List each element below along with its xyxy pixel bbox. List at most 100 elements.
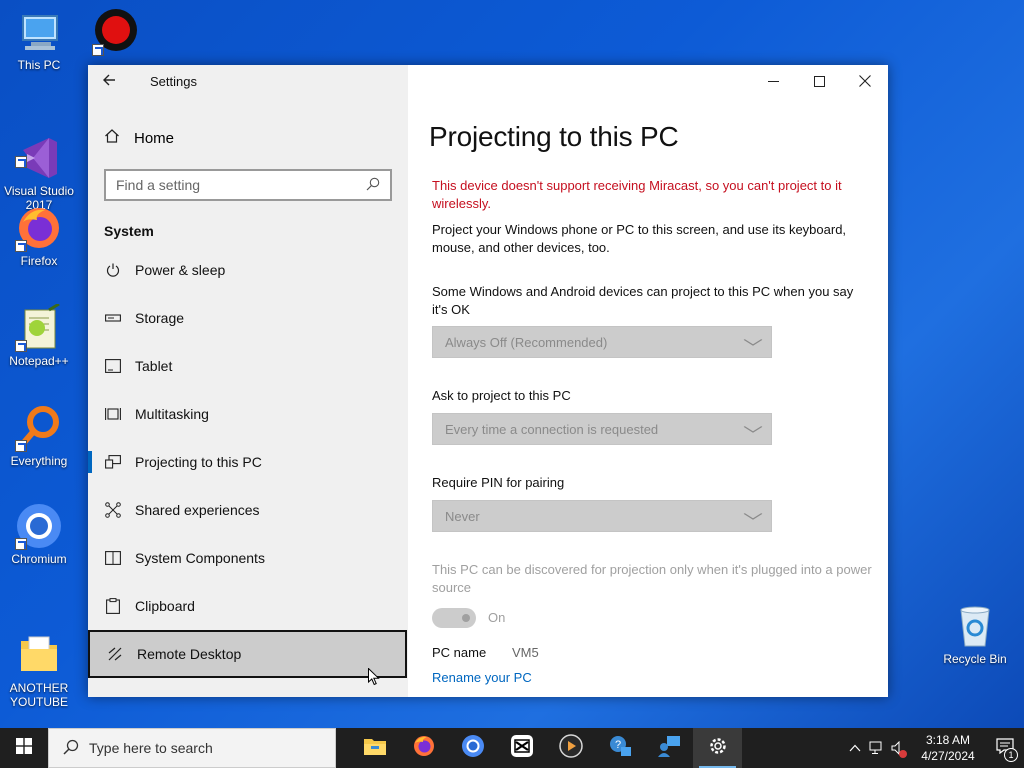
- dropdown-value: Always Off (Recommended): [445, 334, 608, 350]
- sidebar-item-power-sleep[interactable]: Power & sleep: [88, 246, 408, 294]
- desktop-icon-another-youtube[interactable]: ANOTHER YOUTUBE: [1, 603, 77, 723]
- page-title: Projecting to this PC: [429, 121, 679, 152]
- pc-name-value: VM5: [512, 645, 539, 660]
- dropdown-value: Never: [445, 508, 480, 524]
- sidebar-item-label: Multitasking: [135, 406, 209, 422]
- title-bar: Settings: [88, 65, 408, 99]
- sidebar-item-system-components[interactable]: System Components: [88, 534, 408, 582]
- svg-text:?: ?: [615, 739, 621, 751]
- network-icon[interactable]: [866, 728, 888, 768]
- sidebar-item-clipboard[interactable]: Clipboard: [88, 582, 408, 630]
- media-player-icon: [558, 733, 583, 763]
- sidebar-item-remote-desktop[interactable]: Remote Desktop: [88, 630, 407, 678]
- pc-name-label: PC name: [432, 645, 487, 660]
- sidebar-item-shared-experiences[interactable]: Shared experiences: [88, 486, 408, 534]
- clipboard-icon: [104, 597, 122, 615]
- desktop-icon-bandicam[interactable]: [78, 8, 154, 58]
- taskbar-capcut[interactable]: [497, 728, 546, 768]
- minimize-button[interactable]: [750, 65, 796, 97]
- projecting-icon: [104, 453, 122, 471]
- desktop-icon-label: Notepad++: [9, 354, 69, 368]
- system-components-icon: [104, 549, 122, 567]
- desktop-icon-notepad-plus[interactable]: Notepad++: [1, 302, 77, 368]
- dropdown-value: Every time a connection is requested: [445, 421, 659, 437]
- chevron-up-icon[interactable]: [844, 728, 866, 768]
- desktop-icon-label: Chromium: [11, 552, 67, 566]
- taskbar-chromium[interactable]: [448, 728, 497, 768]
- file-explorer-icon: [363, 736, 387, 761]
- find-setting-search[interactable]: [104, 169, 392, 201]
- home-label: Home: [134, 129, 175, 147]
- desktop-icon-chromium[interactable]: Chromium: [1, 502, 77, 566]
- chromium-icon: [461, 734, 485, 763]
- sidebar-item-home[interactable]: Home: [104, 125, 174, 151]
- record-icon: [92, 8, 140, 56]
- search-icon: [63, 739, 79, 758]
- power-icon: [104, 261, 122, 279]
- taskbar-media-player[interactable]: [546, 728, 595, 768]
- require-pin-dropdown[interactable]: Never: [432, 500, 772, 532]
- toggle-state-label: On: [488, 610, 506, 625]
- desktop-icon-firefox[interactable]: Firefox: [1, 204, 77, 268]
- availability-label: Some Windows and Android devices can pro…: [432, 284, 854, 317]
- clock-date: 4/27/2024: [921, 749, 975, 763]
- settings-window: Settings Home System Power & sleep: [88, 65, 888, 697]
- ask-to-project-dropdown[interactable]: Every time a connection is requested: [432, 413, 772, 445]
- power-source-note: This PC can be discovered for projection…: [432, 562, 872, 595]
- remote-desktop-icon: [106, 645, 124, 663]
- quick-assist-icon: ?: [608, 734, 632, 763]
- sidebar-item-label: Shared experiences: [135, 502, 260, 518]
- taskbar-people[interactable]: [644, 728, 693, 768]
- sidebar-item-storage[interactable]: Storage: [88, 294, 408, 342]
- toggle-knob: [462, 614, 470, 622]
- recycle-bin-icon: [951, 602, 999, 650]
- taskbar: Type here to search ? 3:18 AM 4/27/2024 …: [0, 728, 1024, 768]
- desktop-icon-label: Recycle Bin: [943, 652, 1007, 666]
- notification-count-badge: 1: [1004, 748, 1018, 762]
- taskbar-search-placeholder: Type here to search: [89, 740, 213, 756]
- power-source-toggle[interactable]: [432, 608, 476, 628]
- start-button[interactable]: [0, 728, 48, 768]
- nav-list: Power & sleep Storage Tablet Multitaskin…: [88, 246, 408, 678]
- availability-dropdown[interactable]: Always Off (Recommended): [432, 326, 772, 358]
- desktop-icon-this-pc[interactable]: This PC: [1, 8, 77, 72]
- taskbar-search-box[interactable]: Type here to search: [48, 728, 336, 768]
- desktop-icon-recycle-bin[interactable]: Recycle Bin: [937, 602, 1013, 666]
- folder-icon: [15, 617, 63, 671]
- desktop-icon-everything[interactable]: Everything: [1, 404, 77, 468]
- maximize-button[interactable]: [796, 65, 842, 97]
- content-pane: Projecting to this PC This device doesn'…: [408, 65, 888, 697]
- taskbar-firefox[interactable]: [399, 728, 448, 768]
- capcut-icon: [510, 734, 534, 763]
- require-pin-label: Require PIN for pairing: [432, 475, 565, 490]
- volume-muted-icon[interactable]: [888, 728, 910, 768]
- rename-pc-link[interactable]: Rename your PC: [432, 670, 532, 685]
- taskbar-file-explorer[interactable]: [350, 728, 399, 768]
- windows-logo-icon: [16, 737, 32, 759]
- taskbar-quick-assist[interactable]: ?: [595, 728, 644, 768]
- taskbar-apps: ?: [350, 728, 742, 768]
- action-center-button[interactable]: 1: [986, 728, 1024, 768]
- sidebar-item-label: Tablet: [135, 358, 173, 374]
- everything-search-icon: [15, 404, 63, 452]
- taskbar-settings[interactable]: [693, 728, 742, 768]
- search-icon: [366, 177, 380, 194]
- desktop-icon-label: ANOTHER YOUTUBE: [9, 681, 69, 709]
- back-arrow-icon[interactable]: [102, 73, 122, 91]
- visual-studio-icon: [15, 120, 63, 178]
- clock-time: 3:18 AM: [925, 733, 971, 747]
- taskbar-clock[interactable]: 3:18 AM 4/27/2024: [910, 732, 986, 764]
- sidebar-item-label: Clipboard: [135, 598, 195, 614]
- sidebar-item-label: System Components: [135, 550, 265, 566]
- home-icon: [104, 128, 120, 148]
- sidebar-item-label: Power & sleep: [135, 262, 226, 278]
- storage-icon: [104, 309, 122, 327]
- sidebar-item-label: Remote Desktop: [137, 646, 242, 662]
- sidebar-item-tablet[interactable]: Tablet: [88, 342, 408, 390]
- sidebar-item-multitasking[interactable]: Multitasking: [88, 390, 408, 438]
- desktop-icon-label: Everything: [10, 454, 68, 468]
- close-button[interactable]: [842, 65, 888, 97]
- partial-next-item-icon: [104, 689, 124, 697]
- sidebar-item-projecting[interactable]: Projecting to this PC: [88, 438, 408, 486]
- search-input[interactable]: [116, 177, 366, 193]
